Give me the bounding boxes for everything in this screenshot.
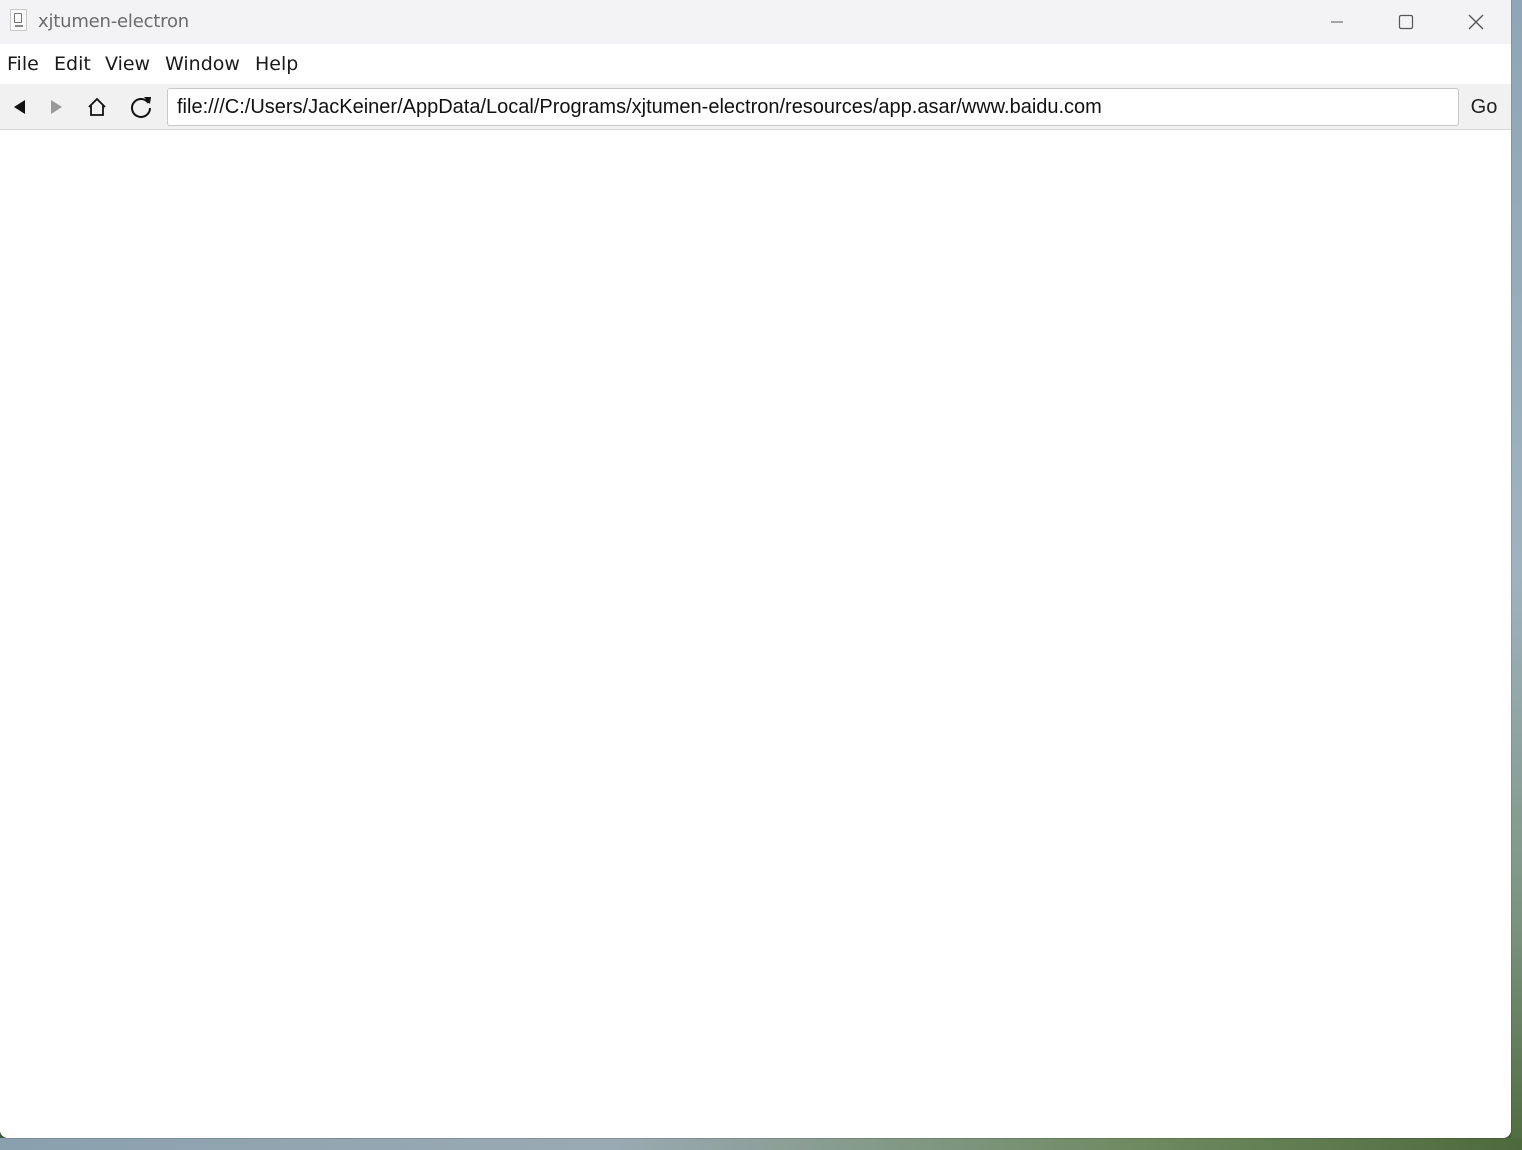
forward-arrow-icon: [51, 100, 62, 114]
app-window: xjtumen-electron File Edit View Window H…: [0, 0, 1511, 1138]
menu-edit[interactable]: Edit: [54, 53, 91, 75]
window-title: xjtumen-electron: [38, 11, 189, 32]
desktop-background-bottom: [0, 1138, 1522, 1150]
minimize-button[interactable]: [1302, 0, 1372, 44]
home-icon: [88, 97, 106, 116]
maximize-button[interactable]: [1371, 0, 1441, 44]
url-input[interactable]: [167, 88, 1459, 126]
home-button[interactable]: [80, 90, 114, 124]
back-button[interactable]: [3, 90, 37, 124]
title-bar[interactable]: xjtumen-electron: [0, 0, 1511, 44]
menu-bar: File Edit View Window Help: [0, 44, 1511, 84]
forward-button[interactable]: [39, 90, 73, 124]
back-arrow-icon: [14, 100, 25, 114]
menu-file[interactable]: File: [7, 53, 39, 75]
app-document-icon: [10, 9, 27, 31]
reload-icon: [131, 97, 151, 118]
maximize-icon: [1398, 14, 1414, 30]
close-icon: [1468, 14, 1484, 30]
navigation-toolbar: Go: [0, 84, 1511, 130]
page-content-area[interactable]: [0, 130, 1511, 1138]
menu-window[interactable]: Window: [165, 53, 240, 75]
reload-button[interactable]: [124, 90, 158, 124]
menu-help[interactable]: Help: [255, 53, 298, 75]
menu-view[interactable]: View: [105, 53, 150, 75]
minimize-icon: [1331, 21, 1343, 23]
desktop-background-right: [1511, 0, 1522, 1150]
close-button[interactable]: [1441, 0, 1511, 44]
go-button[interactable]: Go: [1461, 88, 1507, 126]
